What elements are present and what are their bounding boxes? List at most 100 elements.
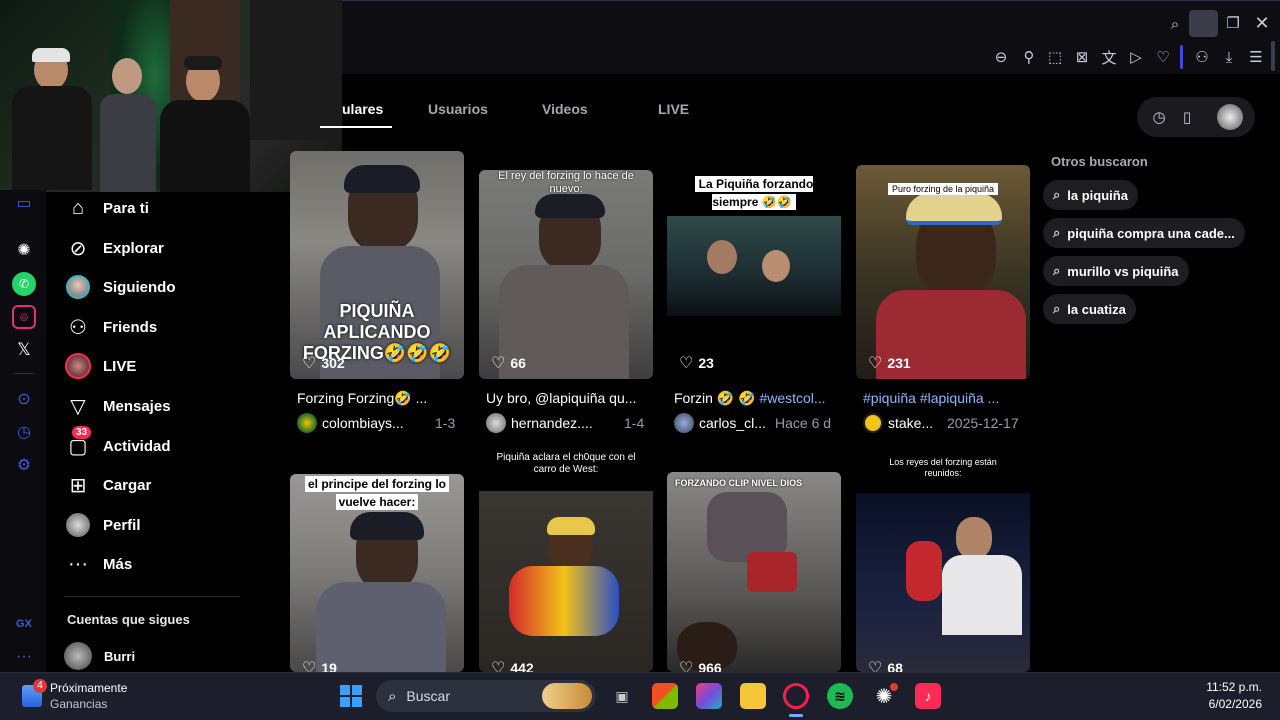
- menu-icon[interactable]: ☰: [1246, 47, 1266, 67]
- avatar: [64, 642, 92, 670]
- close-button[interactable]: ✕: [1252, 13, 1272, 33]
- zoom-out-icon[interactable]: ⊖: [991, 47, 1011, 67]
- tiktok-icon[interactable]: ♪: [915, 683, 941, 709]
- search-icon: ⌕: [1053, 225, 1061, 240]
- chatgpt-icon[interactable]: ✺: [12, 238, 36, 262]
- instagram-icon[interactable]: ◎: [12, 305, 36, 329]
- scrollbar[interactable]: [1271, 41, 1275, 71]
- tab-live[interactable]: LIVE: [658, 101, 689, 117]
- nav-live[interactable]: LIVE: [64, 351, 136, 381]
- start-icon[interactable]: [340, 685, 362, 707]
- like-count: ♡ 19: [302, 658, 337, 672]
- whatsapp-icon[interactable]: ✆: [12, 272, 36, 296]
- compass-icon: ⊘: [69, 237, 87, 260]
- like-count: ♡ 302: [302, 355, 345, 372]
- following-heading: Cuentas que sigues: [67, 612, 190, 627]
- profile-icon: [64, 511, 92, 539]
- user-avatar[interactable]: [1217, 104, 1243, 130]
- play-icon[interactable]: ▷: [1126, 47, 1146, 67]
- video-title[interactable]: #piquiña #lapiquiña ...: [863, 390, 999, 406]
- notice-subtitle: Ganancias: [50, 697, 108, 711]
- like-count: ♡ 23: [679, 355, 714, 372]
- related-search-1[interactable]: ⌕ la piquiña: [1043, 180, 1138, 210]
- related-search-2[interactable]: ⌕ piquiña compra una cade...: [1043, 218, 1245, 248]
- phone-icon[interactable]: ▯: [1177, 107, 1197, 127]
- video-title[interactable]: Forzin 🤣 🤣 #westcol...: [674, 390, 826, 407]
- video-card-6[interactable]: Piquiña aclara el ch0que con el carro de…: [479, 451, 653, 672]
- home-icon: ⌂: [71, 196, 85, 219]
- nav-perfil[interactable]: Perfil: [64, 510, 141, 540]
- tab-videos[interactable]: Videos: [542, 101, 588, 117]
- related-search-4[interactable]: ⌕ la cuatiza: [1043, 294, 1136, 324]
- sidebar-divider: [14, 373, 34, 374]
- person-3: [160, 56, 250, 192]
- tiktok-app-icon[interactable]: ◷: [1149, 107, 1169, 127]
- m365-icon[interactable]: [696, 683, 722, 709]
- video-card-3[interactable]: La Piquiña forzando siempre 🤣🤣 ♡ 23: [667, 170, 841, 379]
- clock[interactable]: 11:52 p.m. 6/02/2026: [1180, 680, 1262, 711]
- search-input[interactable]: ⌕ Buscar: [376, 680, 596, 712]
- video-card-1[interactable]: PIQUIÑA APLICANDO FORZING🤣🤣🤣 ♡ 302: [290, 151, 464, 379]
- video-card-8[interactable]: Los reyes del forzing están reunidos: ♡ 6…: [856, 451, 1030, 672]
- video-overlay-text: Puro forzing de la piquiña: [856, 179, 1030, 197]
- video-title[interactable]: Forzing Forzing🤣 ...: [297, 390, 427, 407]
- upload-icon: ⊞: [69, 474, 87, 497]
- related-search-3[interactable]: ⌕ murillo vs piquiña: [1043, 256, 1189, 286]
- video-author[interactable]: carlos_cl... Hace 6 d: [674, 413, 838, 433]
- nav-mas[interactable]: ··· Más: [64, 549, 132, 579]
- translate-icon[interactable]: 文: [1099, 47, 1119, 67]
- controller-icon[interactable]: ▭: [12, 191, 36, 215]
- video-card-4[interactable]: Puro forzing de la piquiña ♡ 231: [856, 165, 1030, 379]
- like-count: ♡ 66: [491, 355, 526, 372]
- tab-populares[interactable]: ulares: [342, 101, 383, 117]
- task-view-icon[interactable]: ▣: [609, 683, 635, 709]
- video-overlay-text: El rey del forzing lo hace de nuevo:: [498, 170, 634, 195]
- avatar: [674, 413, 694, 433]
- nav-para-ti[interactable]: ⌂ Para ti: [64, 193, 149, 223]
- video-title[interactable]: Uy bro, @lapiquiña qu...: [486, 390, 636, 406]
- heart-icon[interactable]: ♡: [1153, 47, 1173, 67]
- person-2: [100, 54, 156, 192]
- settings-icon[interactable]: ⚙: [12, 453, 36, 477]
- opera-gx-icon[interactable]: [783, 683, 809, 709]
- search-icon[interactable]: ⌕: [1164, 13, 1186, 35]
- nav-actividad[interactable]: ▢ 33 Actividad: [64, 426, 171, 461]
- restore-button[interactable]: ❐: [1223, 13, 1243, 33]
- player-icon[interactable]: ⊙: [12, 387, 36, 411]
- nav-cargar[interactable]: ⊞ Cargar: [64, 470, 152, 500]
- widgets-button[interactable]: 4 Próximamente Ganancias: [22, 679, 142, 715]
- notice-badge: 4: [33, 679, 47, 693]
- tab-usuarios[interactable]: Usuarios: [428, 101, 488, 117]
- nav-friends[interactable]: ⚇ Friends: [64, 312, 157, 342]
- snapshot-icon[interactable]: ⬚: [1045, 47, 1065, 67]
- file-explorer-icon[interactable]: [740, 683, 766, 709]
- heart-icon: ♡: [679, 355, 694, 372]
- video-author[interactable]: stake... 2025-12-17: [863, 413, 1027, 433]
- video-card-5[interactable]: el principe del forzing lo vuelve hacer:…: [290, 474, 464, 672]
- heart-icon: ♡: [868, 355, 883, 372]
- video-author[interactable]: hernandez.... 1-4: [486, 413, 646, 433]
- store-icon[interactable]: [652, 683, 678, 709]
- tab-active-indicator: [320, 126, 392, 128]
- spotify-icon[interactable]: ≋: [827, 683, 853, 709]
- video-author[interactable]: colombiays... 1-3: [297, 413, 457, 433]
- minimize-button[interactable]: [1189, 10, 1218, 37]
- video-card-7[interactable]: FORZANDO CLIP NIVEL DIOS ♡ 966: [667, 472, 841, 672]
- history-icon[interactable]: ◷: [12, 420, 36, 444]
- pin-icon[interactable]: ⚲: [1019, 47, 1039, 67]
- x-icon[interactable]: 𝕏: [12, 338, 36, 362]
- search-icon: ⌕: [388, 687, 397, 705]
- video-card-2[interactable]: El rey del forzing lo hace de nuevo: ♡ 66: [479, 170, 653, 379]
- more-icon: ···: [68, 552, 88, 575]
- block-icon[interactable]: ⊠: [1072, 47, 1092, 67]
- following-account[interactable]: Burri: [64, 642, 135, 670]
- download-icon[interactable]: ⤓: [1219, 47, 1239, 67]
- nav-siguiendo[interactable]: Siguiendo: [64, 272, 176, 302]
- nav-explorar[interactable]: ⊘ Explorar: [64, 233, 164, 263]
- more-sidebar-icon[interactable]: ···: [12, 645, 36, 669]
- gx-icon[interactable]: GX: [12, 612, 36, 636]
- activity-badge: 33: [72, 426, 92, 439]
- account-icon[interactable]: ⚇: [1192, 47, 1212, 67]
- nav-mensajes[interactable]: ▽ Mensajes: [64, 391, 170, 421]
- avatar: [486, 413, 506, 433]
